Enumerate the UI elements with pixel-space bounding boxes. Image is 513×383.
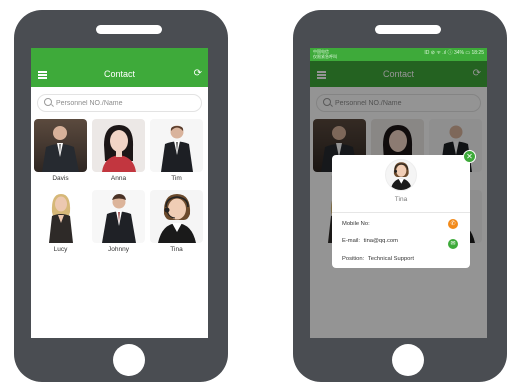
contact-tile-davis[interactable]: Davis bbox=[34, 119, 87, 182]
popup-avatar bbox=[385, 159, 417, 191]
home-button[interactable] bbox=[392, 344, 424, 376]
contact-name: Lucy bbox=[53, 246, 68, 253]
search-icon bbox=[44, 98, 52, 106]
contact-name: Johnny bbox=[108, 246, 129, 253]
contact-grid: Davis Anna Tim Lucy bbox=[34, 119, 205, 253]
email-value: tina@qq.com bbox=[363, 238, 398, 244]
position-label: Position: bbox=[342, 256, 365, 262]
phone-icon[interactable]: ✆ bbox=[448, 219, 458, 229]
email-label: E-mail: bbox=[342, 238, 361, 244]
refresh-icon[interactable]: ⟳ bbox=[194, 61, 202, 87]
popup-contact-name: Tina bbox=[394, 196, 408, 203]
contact-photo bbox=[150, 119, 203, 172]
contact-name: Davis bbox=[52, 175, 69, 182]
position-row: Position: Technical Support bbox=[342, 256, 414, 262]
email-row: E-mail: tina@qq.com bbox=[342, 238, 398, 244]
status-indicators: ID ⊘ ᯤ .ıl ⓘ 34% ▭ 18:25 bbox=[424, 50, 484, 56]
contact-photo bbox=[34, 119, 87, 172]
contact-photo bbox=[150, 190, 203, 243]
mail-icon[interactable]: ✉ bbox=[448, 239, 458, 249]
right-phone-frame: 中国电信 仅限紧急呼叫 ID ⊘ ᯤ .ıl ⓘ 34% ▭ 18:25 Con… bbox=[293, 10, 507, 382]
contact-tile-lucy[interactable]: Lucy bbox=[34, 190, 87, 253]
contact-detail-popup: Tina Mobile No: ✆ E-mail: tina@qq.com ✉ … bbox=[332, 155, 470, 268]
speaker-grille bbox=[375, 25, 441, 34]
contact-tile-johnny[interactable]: Johnny bbox=[92, 190, 145, 253]
contact-name: Tina bbox=[170, 246, 183, 253]
contact-tile-tim[interactable]: Tim bbox=[150, 119, 203, 182]
mobile-row: Mobile No: bbox=[342, 221, 370, 227]
left-phone-frame: Contact ⟳ Davis Anna bbox=[14, 10, 228, 382]
contact-photo bbox=[92, 190, 145, 243]
speaker-grille bbox=[96, 25, 162, 34]
mobile-label: Mobile No: bbox=[342, 221, 370, 227]
app-bar: Contact ⟳ bbox=[31, 61, 208, 87]
contact-tile-anna[interactable]: Anna bbox=[92, 119, 145, 182]
home-button[interactable] bbox=[113, 344, 145, 376]
app-title: Contact bbox=[103, 69, 136, 79]
close-icon[interactable]: ✕ bbox=[463, 150, 476, 163]
contact-photo bbox=[92, 119, 145, 172]
search-bar[interactable] bbox=[37, 94, 202, 112]
contact-name: Tim bbox=[171, 175, 182, 182]
carrier-line-2: 仅限紧急呼叫 bbox=[313, 54, 337, 59]
menu-icon[interactable] bbox=[37, 61, 49, 87]
search-input[interactable] bbox=[56, 95, 186, 111]
contact-name: Anna bbox=[110, 175, 127, 182]
contact-detail-screen: 中国电信 仅限紧急呼叫 ID ⊘ ᯤ .ıl ⓘ 34% ▭ 18:25 Con… bbox=[310, 48, 487, 338]
position-value: Technical Support bbox=[367, 256, 414, 262]
status-bar: 中国电信 仅限紧急呼叫 ID ⊘ ᯤ .ıl ⓘ 34% ▭ 18:25 bbox=[310, 48, 487, 61]
contact-list-screen: Contact ⟳ Davis Anna bbox=[31, 48, 208, 338]
contact-photo bbox=[34, 190, 87, 243]
carrier-text: 中国电信 仅限紧急呼叫 bbox=[313, 49, 337, 59]
contact-tile-tina[interactable]: Tina bbox=[150, 190, 203, 253]
status-bar bbox=[31, 48, 208, 61]
popup-divider bbox=[332, 212, 470, 213]
